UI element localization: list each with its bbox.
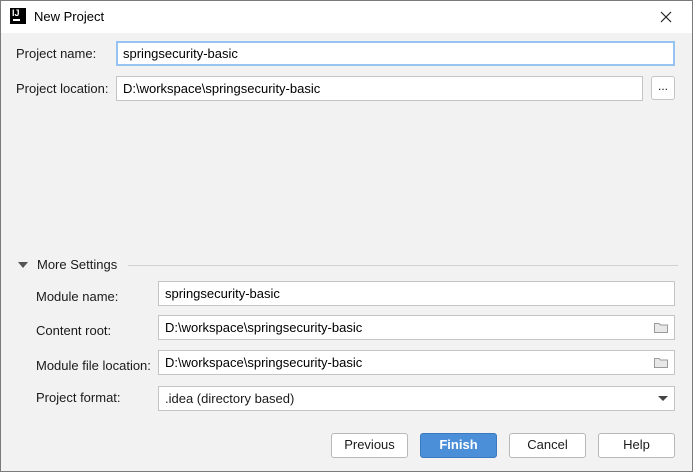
module-name-input[interactable]: springsecurity-basic <box>158 281 675 306</box>
project-name-input[interactable]: springsecurity-basic <box>116 41 675 66</box>
previous-button[interactable]: Previous <box>331 433 408 458</box>
project-format-label: Project format: <box>36 390 121 405</box>
finish-button[interactable]: Finish <box>420 433 497 458</box>
folder-icon[interactable] <box>654 322 668 333</box>
close-icon <box>660 11 672 23</box>
cancel-button[interactable]: Cancel <box>509 433 586 458</box>
triangle-down-icon <box>18 262 28 268</box>
chevron-down-icon <box>658 396 668 401</box>
new-project-dialog: IJ New Project Project name: springsecur… <box>0 0 693 472</box>
project-location-label: Project location: <box>16 81 109 96</box>
module-file-location-input[interactable]: D:\workspace\springsecurity-basic <box>158 350 675 375</box>
dialog-content: Project name: springsecurity-basic Proje… <box>1 33 692 471</box>
close-button[interactable] <box>649 1 683 33</box>
content-root-input[interactable]: D:\workspace\springsecurity-basic <box>158 315 675 340</box>
project-location-input[interactable]: D:\workspace\springsecurity-basic <box>116 76 643 101</box>
help-button[interactable]: Help <box>598 433 675 458</box>
project-format-value: .idea (directory based) <box>165 391 295 406</box>
content-root-value: D:\workspace\springsecurity-basic <box>165 320 363 335</box>
more-settings-label: More Settings <box>37 257 118 272</box>
section-divider <box>128 265 678 266</box>
project-format-select[interactable]: .idea (directory based) <box>158 386 675 411</box>
module-file-location-value: D:\workspace\springsecurity-basic <box>165 355 363 370</box>
module-name-label: Module name: <box>36 289 119 304</box>
module-file-location-label: Module file location: <box>36 358 151 373</box>
intellij-idea-icon: IJ <box>10 8 26 24</box>
window-title: New Project <box>34 9 105 24</box>
folder-icon[interactable] <box>654 357 668 368</box>
title-bar: IJ New Project <box>1 1 692 33</box>
browse-location-button[interactable]: ... <box>651 76 675 100</box>
project-name-label: Project name: <box>16 46 97 61</box>
content-root-label: Content root: <box>36 323 112 338</box>
